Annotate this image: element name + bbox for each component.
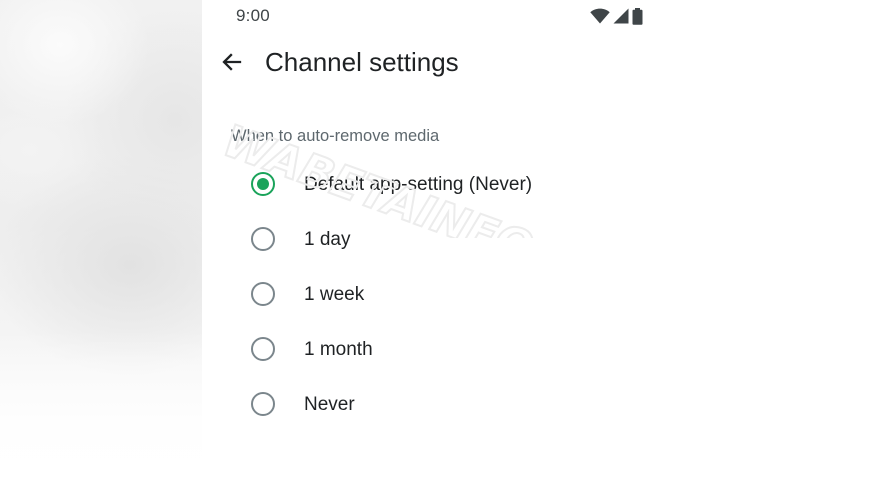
battery-icon — [632, 7, 643, 25]
radio-button[interactable] — [251, 282, 275, 306]
radio-button[interactable] — [251, 337, 275, 361]
page-title: Channel settings — [265, 47, 459, 77]
radio-button[interactable] — [251, 227, 275, 251]
option-label: Never — [304, 394, 355, 415]
status-icons — [590, 5, 643, 27]
wifi-icon — [590, 8, 610, 24]
radio-option-default[interactable]: Default app-setting (Never) — [202, 157, 880, 212]
radio-option-1-day[interactable]: 1 day — [202, 212, 880, 267]
option-label: 1 week — [304, 284, 365, 305]
option-label: 1 month — [304, 339, 373, 360]
radio-button-selected[interactable] — [251, 172, 275, 196]
background-blur-panel — [0, 0, 202, 500]
signal-icon — [613, 8, 629, 24]
radio-button[interactable] — [251, 392, 275, 416]
radio-option-1-month[interactable]: 1 month — [202, 322, 880, 377]
option-label: 1 day — [304, 229, 351, 250]
status-time: 9:00 — [236, 6, 270, 25]
phone-screen: 9:00 Channel settings When to auto-remov… — [202, 0, 880, 500]
radio-option-1-week[interactable]: 1 week — [202, 267, 880, 322]
radio-group-auto-remove: Default app-setting (Never) 1 day 1 week… — [202, 157, 880, 432]
back-button[interactable] — [216, 48, 248, 80]
arrow-left-icon — [220, 50, 244, 79]
option-label: Default app-setting (Never) — [304, 174, 533, 195]
radio-option-never[interactable]: Never — [202, 377, 880, 432]
section-header: When to auto-remove media — [231, 127, 440, 145]
background-fade — [0, 330, 202, 500]
